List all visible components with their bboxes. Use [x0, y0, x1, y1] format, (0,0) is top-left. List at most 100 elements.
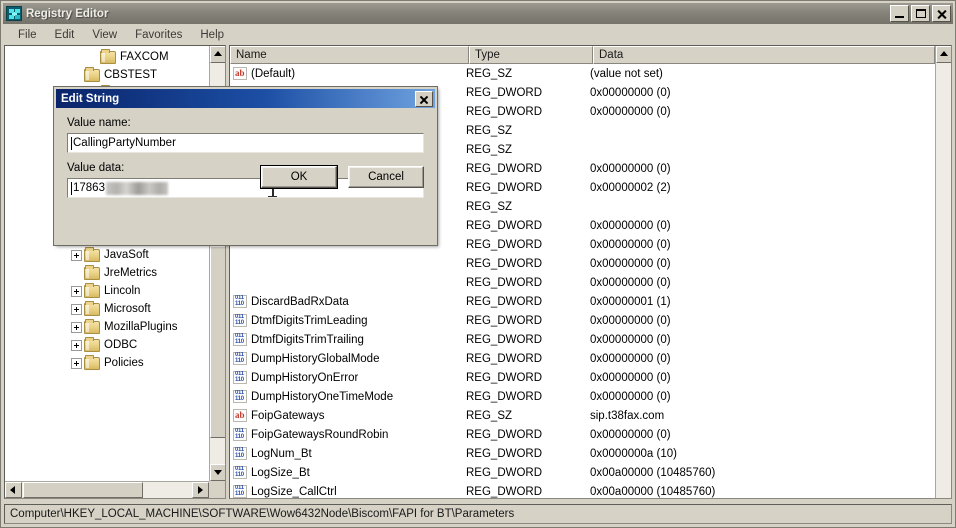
cell-data: 0x00a00000 (10485760) — [590, 485, 716, 498]
cell-data: 0x00000000 (0) — [590, 238, 671, 251]
table-row[interactable]: FoipGateways REG_SZ sip.t38fax.com — [230, 406, 935, 425]
table-row[interactable]: DumpHistoryOnError REG_DWORD 0x00000000 (0… — [230, 368, 935, 387]
menu-help[interactable]: Help — [191, 27, 233, 43]
column-header-data[interactable]: Data — [593, 46, 935, 64]
tree-item[interactable]: Microsoft — [5, 300, 209, 318]
cell-type: REG_DWORD — [466, 276, 543, 289]
cell-type: REG_DWORD — [466, 371, 543, 384]
tree-scrollbar-corner — [209, 481, 225, 498]
tree-scroll-left-button[interactable] — [5, 482, 22, 498]
cell-type: REG_DWORD — [466, 466, 543, 479]
cell-type: REG_SZ — [466, 124, 513, 137]
table-row[interactable]: DumpHistoryGlobalMode REG_DWORD 0x00000000… — [230, 349, 935, 368]
table-row[interactable]: LogNum_Bt REG_DWORD 0x0000000a (10) — [230, 444, 935, 463]
dword-value-icon — [233, 295, 247, 308]
cell-type: REG_SZ — [466, 200, 513, 213]
cell-data: 0x00000000 (0) — [590, 371, 671, 384]
expand-plus-icon[interactable] — [71, 285, 82, 297]
tree-hscroll-thumb[interactable] — [23, 482, 143, 498]
column-header-type[interactable]: Type — [469, 46, 593, 64]
string-value-icon — [233, 67, 247, 80]
folder-icon — [84, 66, 100, 82]
menu-view[interactable]: View — [83, 27, 126, 43]
value-name-cell-text: LogNum_Bt — [251, 447, 312, 460]
table-row[interactable]: FoipGatewaysRoundRobin REG_DWORD 0x0000000… — [230, 425, 935, 444]
cancel-button[interactable]: Cancel — [348, 166, 424, 188]
cell-data: 0x00a00000 (10485760) — [590, 466, 716, 479]
cell-type: REG_SZ — [466, 143, 513, 156]
cell-type: REG_SZ — [466, 67, 513, 80]
tree-item[interactable]: CBSTEST — [5, 66, 209, 84]
cell-name: DumpHistoryOnError — [230, 371, 466, 384]
cell-data: 0x00000002 (2) — [590, 181, 671, 194]
value-name-cell-text: FoipGateways — [251, 409, 325, 422]
cell-type: REG_DWORD — [466, 238, 543, 251]
tree-item[interactable]: JavaSoft — [5, 246, 209, 264]
cell-data: 0x00000000 (0) — [590, 428, 671, 441]
tree-item[interactable]: Lincoln — [5, 282, 209, 300]
cell-name: LogNum_Bt — [230, 447, 466, 460]
table-row[interactable]: REG_DWORD 0x00000000 (0) — [230, 254, 935, 273]
value-name-input[interactable]: CallingPartyNumber — [67, 133, 424, 153]
edit-string-dialog: Edit String Value name: CallingPartyNumb… — [53, 86, 438, 246]
folder-icon — [84, 336, 100, 352]
expand-plus-icon[interactable] — [71, 303, 82, 315]
table-row[interactable]: DtmfDigitsTrimLeading REG_DWORD 0x00000000… — [230, 311, 935, 330]
tree-scroll-down-button[interactable] — [210, 464, 225, 481]
cell-name: DumpHistoryOneTimeMode — [230, 390, 466, 403]
table-row[interactable]: DtmfDigitsTrimTrailing REG_DWORD 0x0000000… — [230, 330, 935, 349]
expand-plus-icon[interactable] — [71, 339, 82, 351]
tree-item-label: Policies — [104, 357, 144, 369]
tree-scroll-thumb[interactable] — [210, 246, 225, 438]
window-title: Registry Editor — [26, 7, 109, 20]
tree-item[interactable]: FAXCOM — [5, 48, 209, 66]
table-row[interactable]: DiscardBadRxData REG_DWORD 0x00000001 (1) — [230, 292, 935, 311]
ok-button[interactable]: OK — [260, 165, 338, 189]
tree-item[interactable]: Policies — [5, 354, 209, 372]
list-vertical-scrollbar[interactable] — [935, 46, 951, 498]
menu-edit[interactable]: Edit — [46, 27, 84, 43]
tree-item-label: CBSTEST — [104, 69, 158, 81]
tree-scroll-right-button[interactable] — [192, 482, 209, 498]
minimize-button[interactable] — [890, 5, 909, 22]
dword-value-icon — [233, 371, 247, 384]
maximize-button[interactable] — [911, 5, 930, 22]
list-scroll-up-button[interactable] — [936, 46, 951, 63]
cell-data: 0x00000000 (0) — [590, 219, 671, 232]
dword-value-icon — [233, 352, 247, 365]
window-titlebar: Registry Editor — [3, 3, 953, 24]
expand-plus-icon[interactable] — [71, 249, 82, 261]
close-button[interactable] — [932, 5, 951, 22]
cell-type: REG_DWORD — [466, 352, 543, 365]
tree-item[interactable]: ODBC — [5, 336, 209, 354]
tree-scroll-up-button[interactable] — [210, 46, 225, 63]
expand-plus-icon[interactable] — [71, 321, 82, 333]
column-header-name[interactable]: Name — [230, 46, 469, 64]
menu-favorites[interactable]: Favorites — [126, 27, 191, 43]
tree-item-label: MozillaPlugins — [104, 321, 178, 333]
folder-icon — [84, 246, 100, 262]
cell-type: REG_DWORD — [466, 181, 543, 194]
table-row[interactable]: REG_DWORD 0x00000000 (0) — [230, 273, 935, 292]
tree-horizontal-scrollbar[interactable] — [5, 481, 209, 498]
cell-type: REG_DWORD — [466, 257, 543, 270]
value-name-cell-text: DumpHistoryOneTimeMode — [251, 390, 394, 403]
table-row[interactable]: (Default) REG_SZ (value not set) — [230, 64, 935, 83]
tree-item[interactable]: MozillaPlugins — [5, 318, 209, 336]
table-row[interactable]: LogSize_CallCtrl REG_DWORD 0x00a00000 (104… — [230, 482, 935, 498]
cell-type: REG_DWORD — [466, 86, 543, 99]
tree-item-label: FAXCOM — [120, 51, 169, 63]
expand-plus-icon[interactable] — [71, 357, 82, 369]
tree-item[interactable]: JreMetrics — [5, 264, 209, 282]
dialog-close-icon[interactable] — [415, 90, 433, 107]
table-row[interactable]: LogSize_Bt REG_DWORD 0x00a00000 (10485760) — [230, 463, 935, 482]
menu-file[interactable]: File — [9, 27, 46, 43]
table-row[interactable]: DumpHistoryOneTimeMode REG_DWORD 0x0000000… — [230, 387, 935, 406]
